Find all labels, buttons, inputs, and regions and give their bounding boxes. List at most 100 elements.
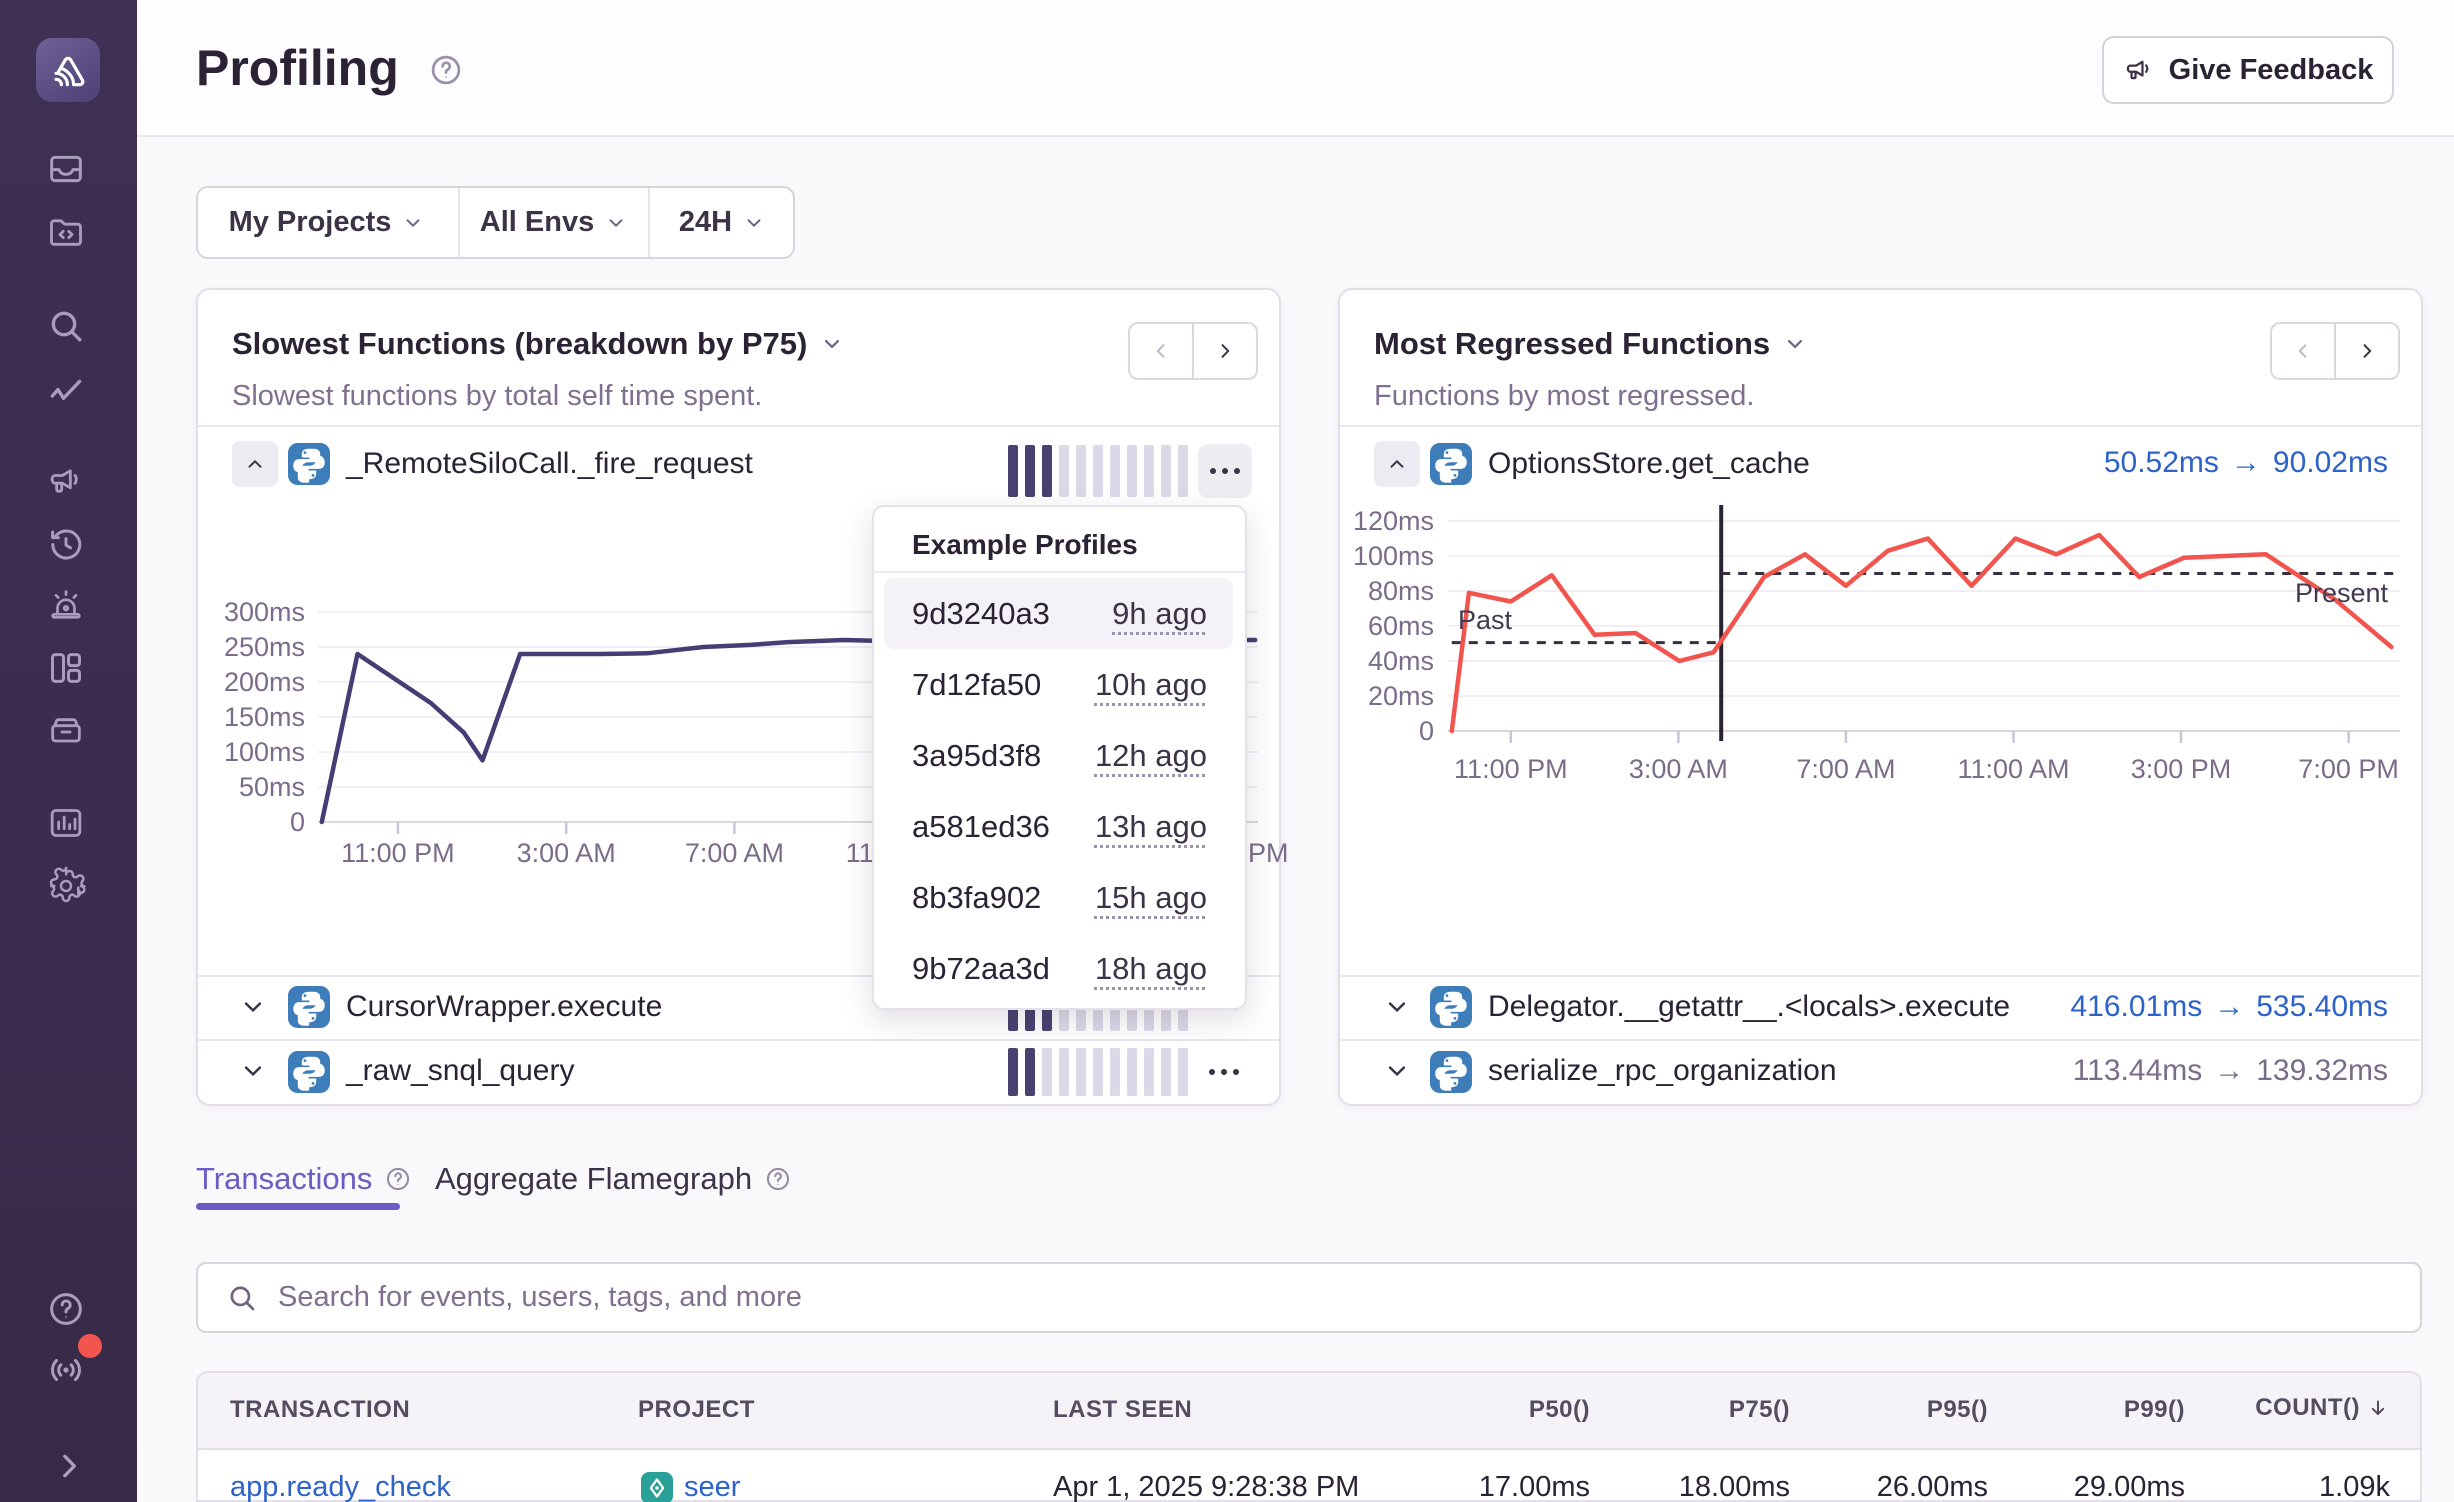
profile-item[interactable]: 9d3240a39h ago bbox=[884, 578, 1233, 649]
environment-filter-label: All Envs bbox=[480, 206, 594, 239]
chevron-right-icon bbox=[1213, 339, 1237, 363]
chevron-up-icon bbox=[243, 452, 267, 476]
function-options-button[interactable] bbox=[1198, 1046, 1250, 1098]
count-value: 1.09k bbox=[2160, 1468, 2390, 1502]
give-feedback-button[interactable]: Give Feedback bbox=[2102, 36, 2394, 104]
python-icon bbox=[1430, 1051, 1472, 1093]
expand-function-button[interactable] bbox=[238, 1056, 268, 1086]
sidebar-item-projects[interactable] bbox=[43, 209, 89, 255]
sidebar-item-discover[interactable] bbox=[43, 707, 89, 753]
column-header-last-seen[interactable]: LAST SEEN bbox=[1053, 1396, 1192, 1424]
y-axis-tick-label: 200ms bbox=[224, 667, 305, 697]
column-header-p95[interactable]: P95() bbox=[1838, 1396, 1988, 1424]
slowest-functions-title-dropdown[interactable]: Slowest Functions (breakdown by P75) bbox=[232, 322, 845, 366]
regression-chart[interactable] bbox=[1448, 499, 2400, 759]
tab-aggregate-flamegraph[interactable]: Aggregate Flamegraph bbox=[435, 1158, 792, 1200]
function-options-button[interactable] bbox=[1198, 444, 1252, 498]
search-icon bbox=[226, 1282, 258, 1314]
sidebar-item-feedback[interactable] bbox=[43, 458, 89, 504]
profile-id: 7d12fa50 bbox=[912, 667, 1041, 703]
regression-values[interactable]: 50.52ms → 90.02ms bbox=[1900, 446, 2388, 480]
column-header-p75[interactable]: P75() bbox=[1640, 1396, 1790, 1424]
divider bbox=[1340, 975, 2421, 977]
profile-item[interactable]: a581ed3613h ago bbox=[884, 791, 1233, 862]
code-folder-icon bbox=[46, 212, 86, 252]
column-header-transaction[interactable]: TRANSACTION bbox=[230, 1396, 410, 1424]
column-header-count[interactable]: COUNT() bbox=[2160, 1394, 2390, 1422]
x-axis-tick-label: 3:00 AM bbox=[517, 837, 616, 869]
profile-timestamp-link[interactable]: 9h ago bbox=[1112, 596, 1207, 632]
sidebar-item-issues[interactable] bbox=[43, 146, 89, 192]
past-baseline-label: Past bbox=[1458, 604, 1512, 636]
sidebar-item-performance[interactable] bbox=[43, 368, 89, 414]
next-page-button[interactable] bbox=[2336, 324, 2398, 378]
profile-item[interactable]: 9b72aa3d18h ago bbox=[884, 933, 1233, 1004]
date-range-dropdown[interactable]: 24H bbox=[650, 188, 795, 257]
expand-sidebar-button[interactable] bbox=[43, 1440, 89, 1486]
sentry-logo-button[interactable] bbox=[36, 38, 100, 102]
transaction-link[interactable]: app.ready_check bbox=[230, 1468, 451, 1502]
page-title-help-icon[interactable] bbox=[428, 52, 464, 88]
expand-function-button[interactable] bbox=[1382, 1056, 1412, 1086]
project-link[interactable]: seer bbox=[684, 1468, 740, 1502]
divider bbox=[874, 571, 1245, 573]
profile-item[interactable]: 8b3fa90215h ago bbox=[884, 862, 1233, 933]
chevron-down-icon bbox=[1382, 1056, 1412, 1086]
expand-function-button[interactable] bbox=[238, 992, 268, 1022]
sidebar-help-button[interactable] bbox=[43, 1286, 89, 1332]
seer-project-icon bbox=[641, 1472, 673, 1502]
next-page-button[interactable] bbox=[1194, 324, 1256, 378]
column-header-project[interactable]: PROJECT bbox=[638, 1396, 755, 1424]
project-filter-dropdown[interactable]: My Projects bbox=[196, 188, 458, 257]
collapse-function-button[interactable] bbox=[232, 441, 278, 487]
profile-timestamp-link[interactable]: 12h ago bbox=[1095, 738, 1207, 774]
previous-page-button[interactable] bbox=[1130, 324, 1194, 378]
sidebar-item-alerts[interactable] bbox=[43, 583, 89, 629]
megaphone-icon bbox=[46, 461, 86, 501]
sidebar-item-dashboards[interactable] bbox=[43, 645, 89, 691]
profile-timestamp-link[interactable]: 10h ago bbox=[1095, 667, 1207, 703]
sidebar-item-replays[interactable] bbox=[43, 522, 89, 568]
profile-timestamp-link[interactable]: 18h ago bbox=[1095, 951, 1207, 987]
expand-function-button[interactable] bbox=[1382, 992, 1412, 1022]
function-name: _RemoteSiloCall._fire_request bbox=[346, 444, 753, 484]
sparkline-bar bbox=[1144, 445, 1154, 497]
slowest-functions-title: Slowest Functions (breakdown by P75) bbox=[232, 322, 807, 366]
function-name: OptionsStore.get_cache bbox=[1488, 444, 1810, 484]
siren-icon bbox=[46, 586, 86, 626]
y-axis-labels: 300ms250ms200ms150ms100ms50ms0 bbox=[200, 612, 305, 822]
profile-candidates-sparkline bbox=[1008, 445, 1188, 497]
python-icon bbox=[1430, 443, 1472, 485]
sparkline-bar bbox=[1127, 445, 1137, 497]
y-axis-tick-label: 100ms bbox=[224, 737, 305, 767]
collapse-function-button[interactable] bbox=[1374, 441, 1420, 487]
column-header-p50[interactable]: P50() bbox=[1440, 1396, 1590, 1424]
profile-item[interactable]: 7d12fa50 10h ago bbox=[884, 649, 1233, 720]
search-icon bbox=[46, 306, 86, 346]
sidebar-item-settings[interactable] bbox=[43, 863, 89, 909]
help-icon[interactable] bbox=[764, 1165, 792, 1193]
arrow-right-icon: → bbox=[2214, 1054, 2244, 1088]
help-icon[interactable] bbox=[384, 1165, 412, 1193]
divider bbox=[1340, 425, 2421, 427]
sparkline-bar bbox=[1076, 445, 1086, 497]
function-name: serialize_rpc_organization bbox=[1488, 1053, 1837, 1089]
tab-transactions[interactable]: Transactions bbox=[196, 1158, 412, 1200]
sidebar-item-explore[interactable] bbox=[43, 303, 89, 349]
most-regressed-title-dropdown[interactable]: Most Regressed Functions bbox=[1374, 322, 1808, 366]
p75-value: 18.00ms bbox=[1640, 1468, 1790, 1502]
profile-timestamp-link[interactable]: 13h ago bbox=[1095, 809, 1207, 845]
profile-timestamp-link[interactable]: 15h ago bbox=[1095, 880, 1207, 916]
tab-label: Aggregate Flamegraph bbox=[435, 1158, 752, 1200]
search-input[interactable] bbox=[276, 1280, 2420, 1315]
last-seen-value: Apr 1, 2025 9:28:38 PM bbox=[1053, 1468, 1359, 1502]
profile-item[interactable]: 3a95d3f812h ago bbox=[884, 720, 1233, 791]
sparkline-bar bbox=[1008, 445, 1018, 497]
after-duration: 90.02ms bbox=[2273, 446, 2388, 480]
sidebar-item-stats[interactable] bbox=[43, 800, 89, 846]
regression-values[interactable]: 416.01ms → 535.40ms bbox=[1900, 990, 2388, 1024]
chevron-down-icon bbox=[742, 211, 766, 235]
previous-page-button[interactable] bbox=[2272, 324, 2336, 378]
before-duration: 416.01ms bbox=[2071, 990, 2203, 1024]
environment-filter-dropdown[interactable]: All Envs bbox=[460, 188, 648, 257]
